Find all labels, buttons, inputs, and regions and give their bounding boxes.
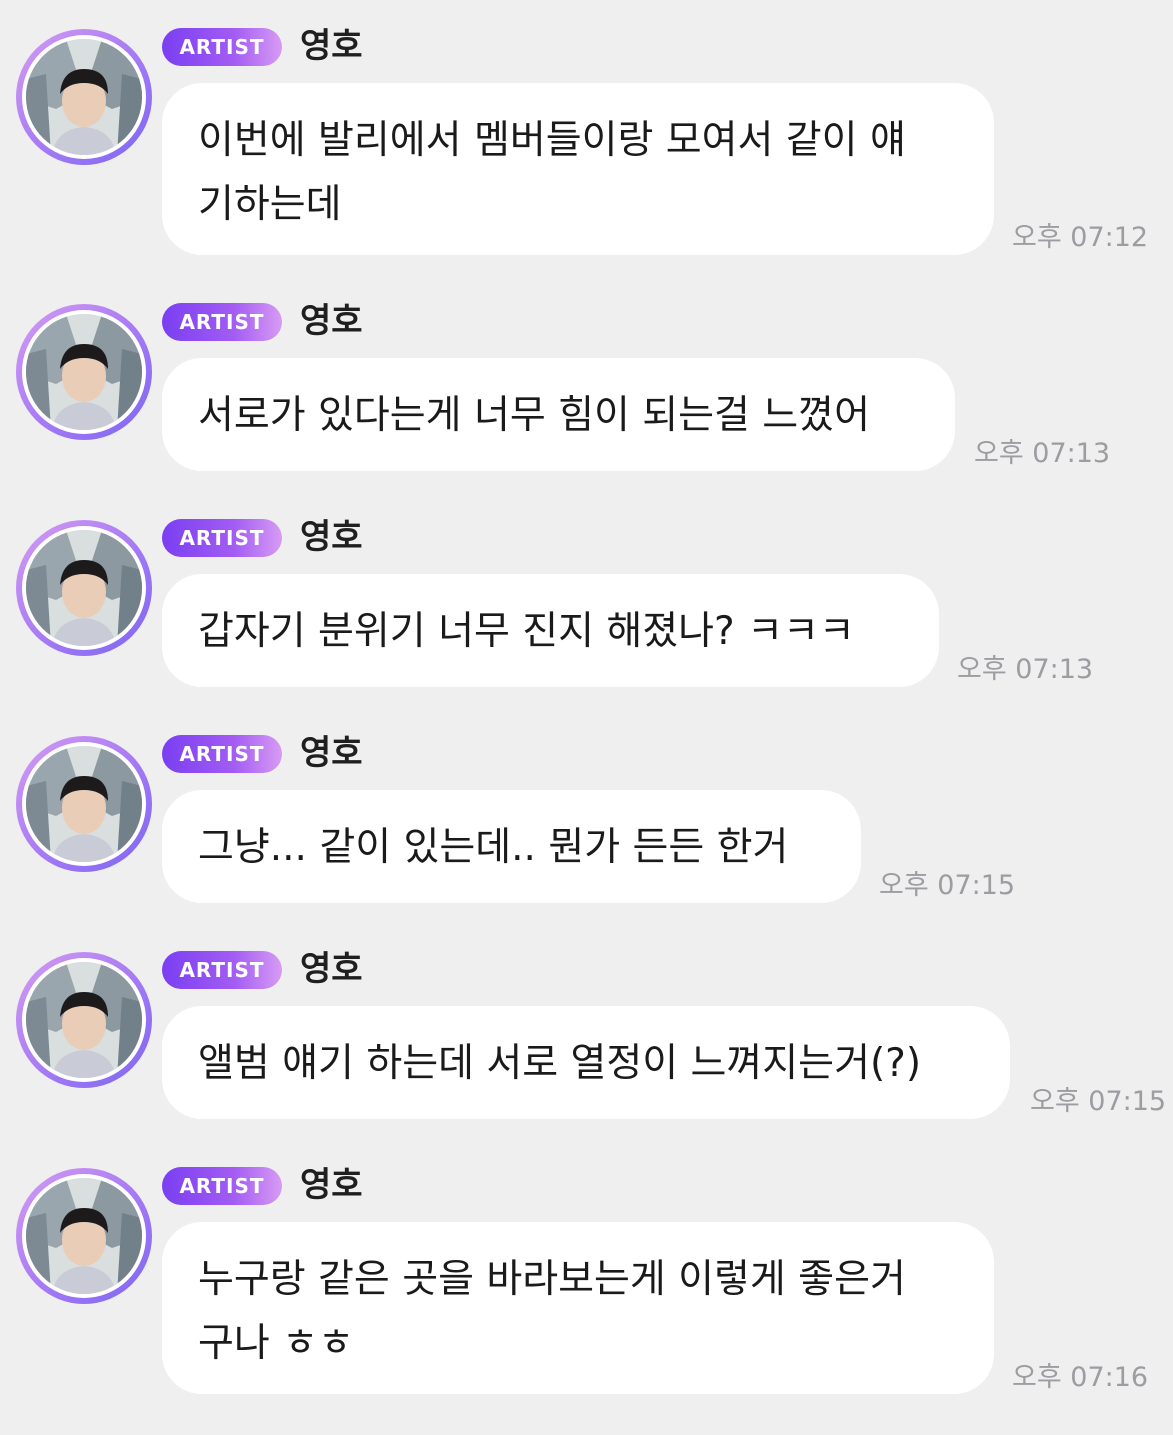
sender-name: 영호	[300, 301, 363, 341]
avatar[interactable]	[16, 520, 152, 656]
artist-badge: ARTIST	[162, 735, 282, 773]
avatar-photo-icon	[26, 746, 142, 862]
message-bubble[interactable]: 누구랑 같은 곳을 바라보는게 이렇게 좋은거 구나 ㅎㅎ	[162, 1222, 994, 1394]
artist-badge: ARTIST	[162, 28, 282, 66]
avatar-photo-icon	[26, 530, 142, 646]
message-bubble[interactable]: 그냥... 같이 있는데.. 뭔가 든든 한거	[162, 790, 861, 903]
sender-name: 영호	[300, 949, 363, 989]
message-time: 오후 07:15	[1030, 1086, 1167, 1117]
sender-name: 영호	[300, 1165, 363, 1205]
message-time: 오후 07:13	[974, 438, 1111, 469]
message-bubble[interactable]: 이번에 발리에서 멤버들이랑 모여서 같이 얘 기하는데	[162, 83, 994, 255]
sender-name: 영호	[300, 26, 363, 66]
avatar-photo-icon	[26, 39, 142, 155]
message-time: 오후 07:16	[1012, 1362, 1149, 1393]
artist-badge: ARTIST	[162, 519, 282, 557]
avatar[interactable]	[16, 952, 152, 1088]
message-bubble[interactable]: 갑자기 분위기 너무 진지 해졌나? ㅋㅋㅋ	[162, 574, 939, 687]
avatar[interactable]	[16, 1168, 152, 1304]
artist-badge: ARTIST	[162, 303, 282, 341]
message-time: 오후 07:12	[1012, 222, 1149, 253]
sender-name: 영호	[300, 733, 363, 773]
avatar[interactable]	[16, 29, 152, 165]
message-bubble[interactable]: 서로가 있다는게 너무 힘이 되는걸 느꼈어	[162, 358, 955, 471]
avatar[interactable]	[16, 304, 152, 440]
artist-badge: ARTIST	[162, 1167, 282, 1205]
message-bubble[interactable]: 앨범 얘기 하는데 서로 열정이 느껴지는거(?)	[162, 1006, 1010, 1119]
artist-badge: ARTIST	[162, 951, 282, 989]
message-time: 오후 07:13	[957, 654, 1094, 685]
avatar-photo-icon	[26, 962, 142, 1078]
avatar[interactable]	[16, 736, 152, 872]
sender-name: 영호	[300, 517, 363, 557]
avatar-photo-icon	[26, 1178, 142, 1294]
message-time: 오후 07:15	[879, 870, 1016, 901]
avatar-photo-icon	[26, 314, 142, 430]
